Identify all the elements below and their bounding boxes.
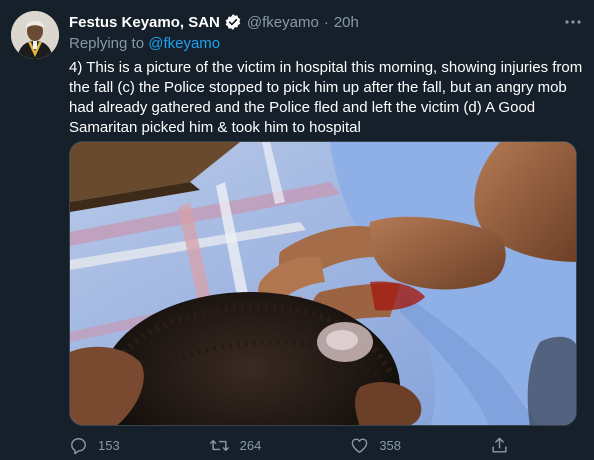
more-options-icon[interactable] [562,11,584,33]
replying-to-prefix: Replying to [69,35,145,52]
replying-to-mention[interactable]: @fkeyamo [148,35,220,52]
tweet-header: Festus Keyamo, SAN @fkeyamo · 20h [69,11,584,33]
separator-dot: · [323,13,329,31]
timestamp[interactable]: 20h [334,14,359,31]
heart-icon [351,437,368,453]
reply-count: 153 [98,437,120,453]
share-button[interactable] [490,436,509,455]
reply-button[interactable]: 153 [69,436,120,455]
retweet-icon [209,439,229,451]
like-button[interactable]: 358 [350,436,401,455]
retweet-button[interactable]: 264 [209,436,262,455]
avatar-image [11,11,59,59]
avatar[interactable] [11,11,59,59]
reply-icon [71,437,86,454]
verified-badge-icon [224,13,242,31]
like-count: 358 [379,437,402,453]
author-handle[interactable]: @fkeyamo [247,14,319,31]
replying-to: Replying to @fkeyamo [69,35,220,52]
tweet-actions: 153 264 358 [69,432,509,458]
head-injury-photo [70,142,576,425]
tweet-text: 4) This is a picture of the victim in ho… [69,59,583,136]
share-icon [492,437,507,453]
display-name[interactable]: Festus Keyamo, SAN [69,14,220,31]
retweet-count: 264 [239,437,262,453]
tweet-photo[interactable] [69,141,577,426]
tweet: Festus Keyamo, SAN @fkeyamo · 20h Replyi… [0,0,594,460]
